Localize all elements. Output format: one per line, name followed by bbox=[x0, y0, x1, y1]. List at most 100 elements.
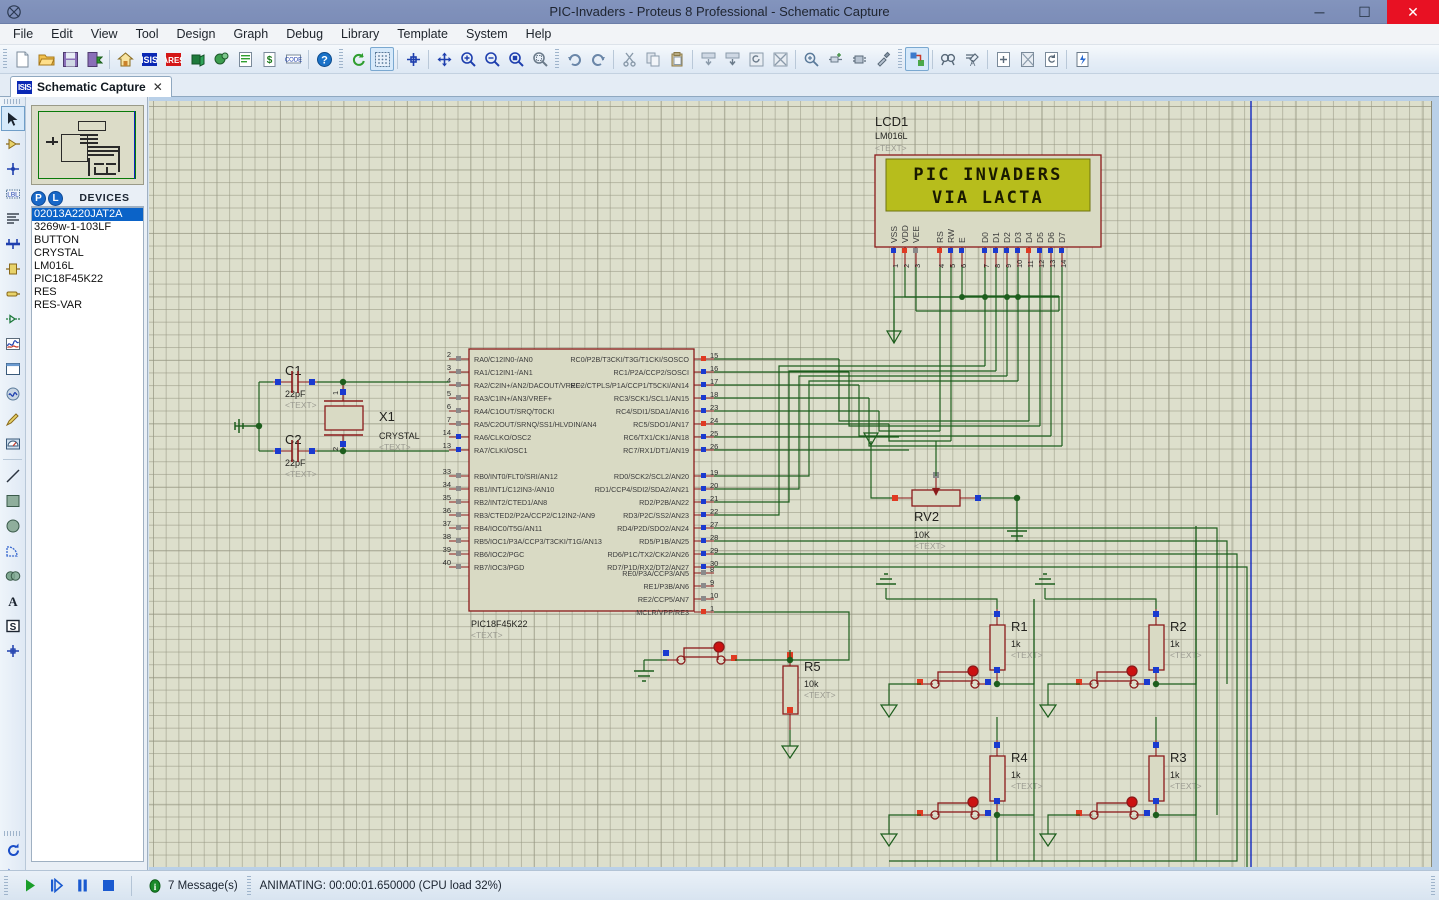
list-item[interactable]: BUTTON bbox=[32, 234, 143, 247]
pick-devices-button[interactable]: P bbox=[31, 190, 46, 206]
box-icon[interactable] bbox=[1, 488, 25, 513]
remove-sheet-icon[interactable] bbox=[1015, 47, 1039, 71]
devices-list[interactable]: 02013A220JAT2A 3269w-1-103LF BUTTON CRYS… bbox=[31, 207, 144, 862]
close-icon[interactable]: ✕ bbox=[151, 80, 165, 94]
menu-help[interactable]: Help bbox=[517, 25, 561, 44]
property-assignment-icon[interactable]: A bbox=[960, 47, 984, 71]
marker-icon[interactable] bbox=[1, 638, 25, 663]
menu-template[interactable]: Template bbox=[388, 25, 457, 44]
terminals-icon[interactable] bbox=[1, 281, 25, 306]
save-icon[interactable] bbox=[58, 47, 82, 71]
stop-icon[interactable] bbox=[95, 874, 121, 898]
graph-icon[interactable] bbox=[1, 331, 25, 356]
new-sheet-icon[interactable] bbox=[991, 47, 1015, 71]
paste-icon[interactable] bbox=[665, 47, 689, 71]
make-device-icon[interactable] bbox=[823, 47, 847, 71]
minimize-button[interactable]: ─ bbox=[1297, 0, 1342, 24]
block-delete-icon[interactable] bbox=[768, 47, 792, 71]
menu-view[interactable]: View bbox=[82, 25, 127, 44]
menu-graph[interactable]: Graph bbox=[224, 25, 277, 44]
pan-icon[interactable] bbox=[432, 47, 456, 71]
status-grip[interactable] bbox=[4, 875, 8, 896]
wire-label-icon[interactable]: LBL bbox=[1, 181, 25, 206]
menu-file[interactable]: File bbox=[4, 25, 42, 44]
list-item[interactable]: CRYSTAL bbox=[32, 247, 143, 260]
maximize-button[interactable]: ☐ bbox=[1342, 0, 1387, 24]
toolbar-grip[interactable] bbox=[555, 49, 559, 69]
list-item[interactable]: RES bbox=[32, 286, 143, 299]
pick-device-icon[interactable] bbox=[799, 47, 823, 71]
zoom-all-icon[interactable] bbox=[504, 47, 528, 71]
import-export-icon[interactable] bbox=[82, 47, 106, 71]
toggle-wire-autorouter-icon[interactable] bbox=[905, 47, 929, 71]
circle-icon[interactable] bbox=[1, 513, 25, 538]
open-folder-icon[interactable] bbox=[34, 47, 58, 71]
pause-icon[interactable] bbox=[69, 874, 95, 898]
list-item[interactable]: PIC18F45K22 bbox=[32, 273, 143, 286]
generator-icon[interactable] bbox=[1, 381, 25, 406]
tape-recorder-icon[interactable] bbox=[1, 356, 25, 381]
home-icon[interactable] bbox=[113, 47, 137, 71]
menu-tool[interactable]: Tool bbox=[127, 25, 168, 44]
virtual-instrument-icon[interactable] bbox=[1, 431, 25, 456]
step-icon[interactable] bbox=[43, 874, 69, 898]
refresh-icon[interactable] bbox=[346, 47, 370, 71]
device-pin-icon[interactable] bbox=[1, 306, 25, 331]
play-icon[interactable] bbox=[17, 874, 43, 898]
decompose-icon[interactable] bbox=[871, 47, 895, 71]
message-count-pane[interactable]: i 7 Message(s) bbox=[137, 873, 243, 899]
junction-dot-icon[interactable] bbox=[1, 156, 25, 181]
toolbar-grip[interactable] bbox=[4, 99, 21, 104]
zoom-in-icon[interactable] bbox=[456, 47, 480, 71]
list-item[interactable]: 3269w-1-103LF bbox=[32, 221, 143, 234]
menu-debug[interactable]: Debug bbox=[277, 25, 332, 44]
line-icon[interactable] bbox=[1, 463, 25, 488]
text-script-icon[interactable] bbox=[1, 206, 25, 231]
menu-edit[interactable]: Edit bbox=[42, 25, 82, 44]
toolbar-grip[interactable] bbox=[3, 49, 7, 69]
help-icon[interactable]: ? bbox=[312, 47, 336, 71]
packaging-tool-icon[interactable] bbox=[847, 47, 871, 71]
toolbar-grip[interactable] bbox=[898, 49, 902, 69]
selection-mode-icon[interactable] bbox=[1, 106, 25, 131]
close-button[interactable]: ✕ bbox=[1387, 0, 1439, 24]
library-manager-button[interactable]: L bbox=[48, 190, 63, 206]
zoom-area-icon[interactable] bbox=[528, 47, 552, 71]
menu-system[interactable]: System bbox=[457, 25, 517, 44]
component-mode-icon[interactable] bbox=[1, 131, 25, 156]
exit-sheet-icon[interactable] bbox=[1039, 47, 1063, 71]
closed-path-icon[interactable] bbox=[1, 563, 25, 588]
zoom-out-icon[interactable] bbox=[480, 47, 504, 71]
toolbar-grip[interactable] bbox=[339, 49, 343, 69]
block-copy-icon[interactable] bbox=[696, 47, 720, 71]
list-item[interactable]: 02013A220JAT2A bbox=[32, 208, 143, 221]
block-move-icon[interactable] bbox=[720, 47, 744, 71]
list-item[interactable]: RES-VAR bbox=[32, 299, 143, 312]
symbol-icon[interactable]: S bbox=[1, 613, 25, 638]
undo-icon[interactable] bbox=[562, 47, 586, 71]
design-explorer-icon[interactable] bbox=[209, 47, 233, 71]
menu-design[interactable]: Design bbox=[168, 25, 225, 44]
rotate-clockwise-icon[interactable] bbox=[1, 838, 25, 863]
status-grip[interactable] bbox=[246, 875, 251, 896]
search-tag-icon[interactable] bbox=[936, 47, 960, 71]
voltage-probe-icon[interactable] bbox=[1, 406, 25, 431]
isis-schematic-icon[interactable]: ISIS bbox=[137, 47, 161, 71]
arc-icon[interactable] bbox=[1, 538, 25, 563]
design-netlist-icon[interactable] bbox=[1070, 47, 1094, 71]
3d-viewer-icon[interactable] bbox=[185, 47, 209, 71]
bus-icon[interactable] bbox=[1, 231, 25, 256]
sheet-overview[interactable] bbox=[31, 105, 144, 185]
menu-library[interactable]: Library bbox=[332, 25, 388, 44]
grid-toggle-icon[interactable] bbox=[370, 47, 394, 71]
block-rotate-icon[interactable] bbox=[744, 47, 768, 71]
redo-icon[interactable] bbox=[586, 47, 610, 71]
new-document-icon[interactable] bbox=[10, 47, 34, 71]
cut-icon[interactable] bbox=[617, 47, 641, 71]
source-code-icon[interactable]: CODE bbox=[281, 47, 305, 71]
origin-icon[interactable] bbox=[401, 47, 425, 71]
tab-schematic-capture[interactable]: ISIS Schematic Capture ✕ bbox=[10, 76, 172, 97]
copy-icon[interactable] bbox=[641, 47, 665, 71]
dollar-icon[interactable]: $ bbox=[257, 47, 281, 71]
schematic-canvas[interactable]: LCD1 LM016L <TEXT> PIC INVADERS VIA LACT… bbox=[149, 97, 1439, 870]
